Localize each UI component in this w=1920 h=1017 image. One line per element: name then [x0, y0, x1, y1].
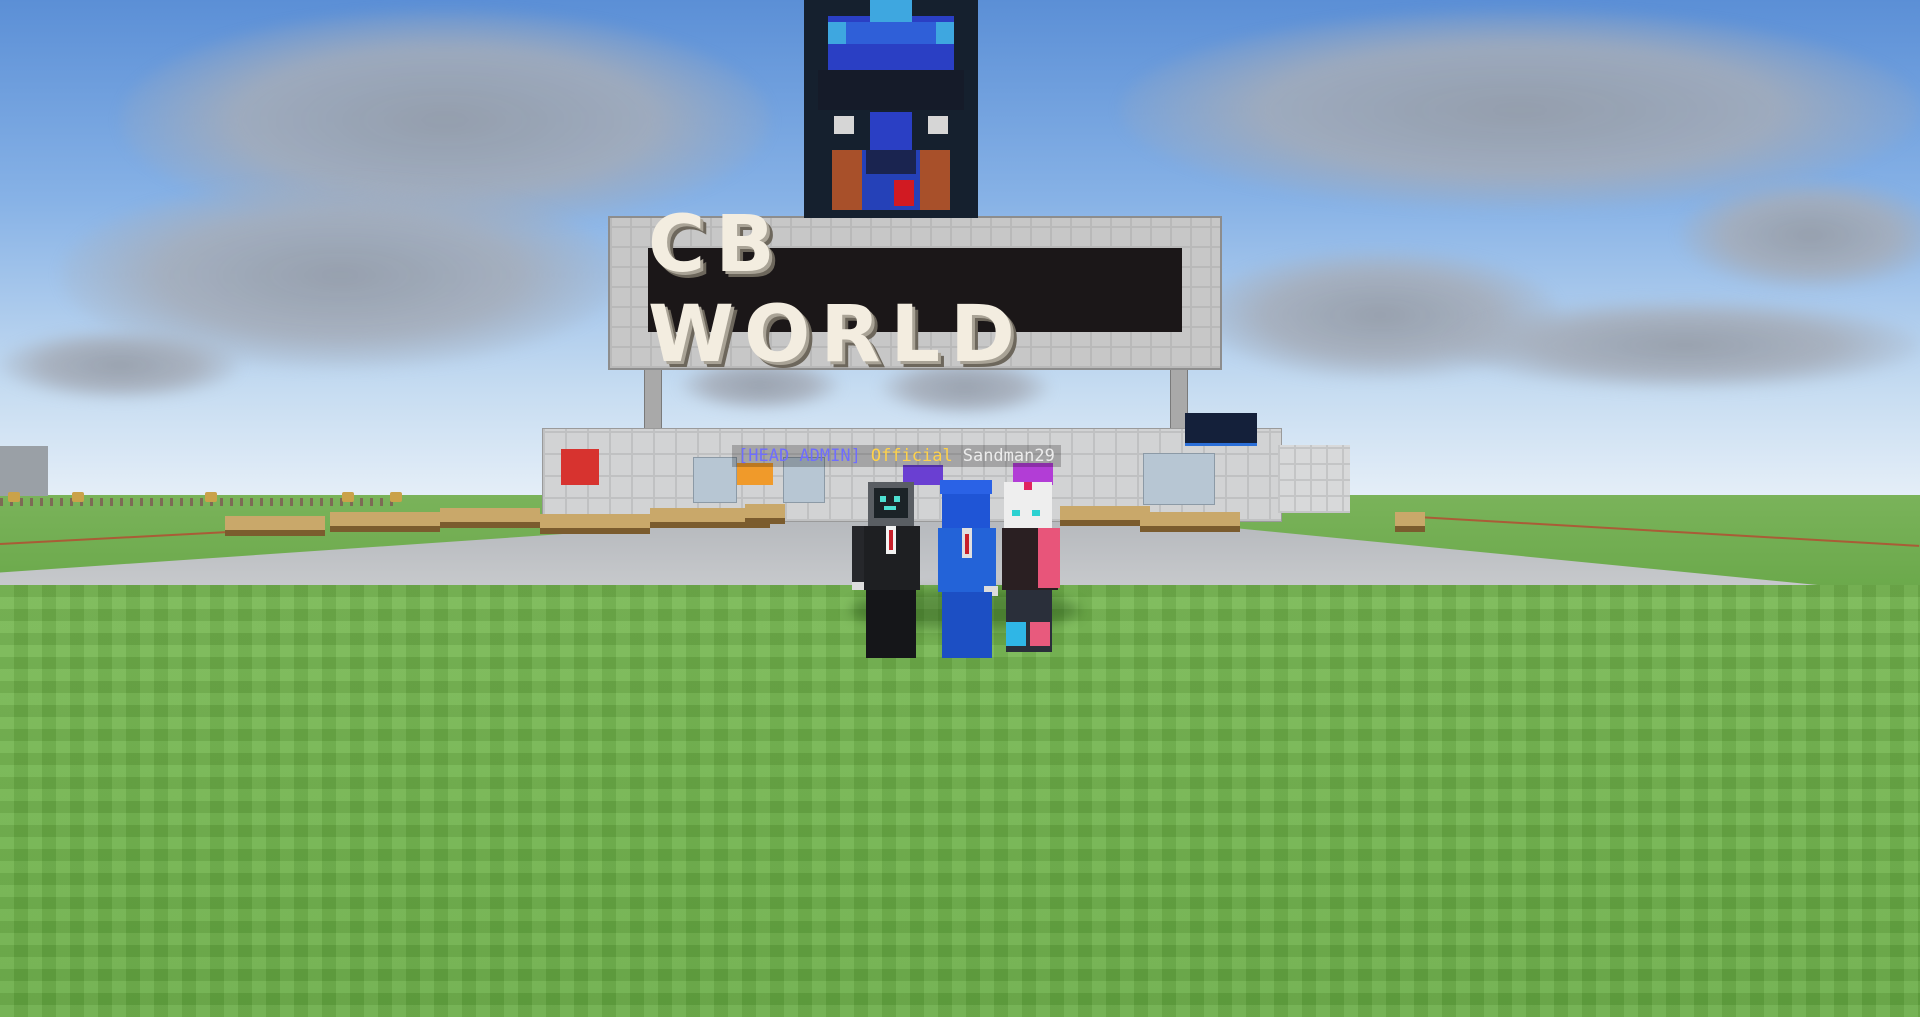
cloud	[1450, 300, 1920, 390]
distant-building	[0, 446, 48, 496]
bench	[745, 504, 785, 524]
sign-title: CB WORLD	[648, 200, 1025, 380]
building-wing	[1278, 445, 1350, 513]
cloud	[0, 330, 240, 400]
lamp	[390, 492, 402, 502]
lamp	[342, 492, 354, 502]
window	[1143, 453, 1215, 505]
player-white-hair[interactable]	[998, 482, 1068, 652]
player-tv-head[interactable]	[852, 482, 930, 658]
bench	[330, 512, 440, 532]
bench	[1395, 512, 1425, 532]
bench	[1140, 512, 1240, 532]
minecraft-scene: CB WORLD [HEAD ADMIN] Official Sandman29	[0, 0, 1920, 1017]
player-nametag: [HEAD ADMIN] Official Sandman29	[732, 445, 1061, 467]
bench	[440, 508, 540, 528]
roof-screen	[1185, 413, 1257, 446]
head-sculpture	[804, 0, 978, 218]
lamp	[72, 492, 84, 502]
nametag-prefix: [HEAD ADMIN]	[738, 446, 861, 466]
bench	[540, 514, 650, 534]
lamp	[205, 492, 217, 502]
lamp	[8, 492, 20, 502]
bench	[1060, 506, 1150, 526]
nametag-username: Sandman29	[962, 446, 1055, 466]
red-block	[561, 449, 599, 485]
player-blue[interactable]	[932, 480, 1002, 658]
bench	[225, 516, 325, 536]
nametag-rank: Official	[870, 446, 953, 466]
world-sign: CB WORLD	[648, 200, 1182, 380]
fence	[0, 498, 400, 506]
window	[693, 457, 737, 503]
